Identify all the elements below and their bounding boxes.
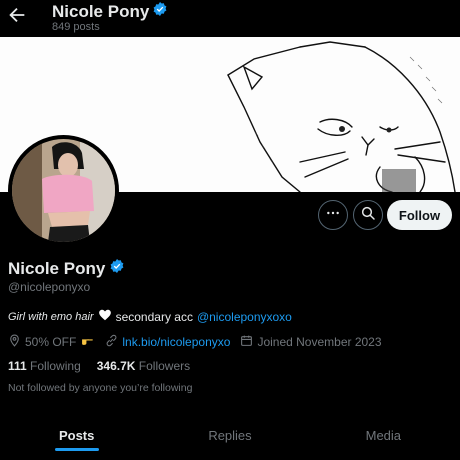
profile-avatar[interactable] <box>8 135 119 246</box>
location-text: 50% OFF <box>25 335 77 349</box>
followers-stat[interactable]: 346.7K Followers <box>97 359 190 373</box>
verified-badge-icon <box>109 258 125 279</box>
location-pin-icon <box>8 334 21 350</box>
joined-item: Joined November 2023 <box>240 334 382 350</box>
profile-tabs: Posts Replies Media <box>0 410 460 460</box>
white-heart-icon <box>98 308 112 325</box>
website-item: lnk.bio/nicoleponyxo <box>105 334 230 350</box>
top-bar: Nicole Pony 849 posts <box>0 0 460 37</box>
calendar-icon <box>240 334 253 350</box>
location-item: 50% OFF <box>8 334 95 350</box>
header-name: Nicole Pony <box>52 1 150 21</box>
link-icon <box>105 334 118 350</box>
bio-mention-link[interactable]: @nicoleponyxoxo <box>197 310 292 324</box>
following-count: 111 <box>8 359 27 373</box>
tab-posts-label: Posts <box>58 427 95 443</box>
post-count: 849 posts <box>52 21 100 33</box>
profile-name-text: Nicole Pony <box>8 258 106 278</box>
search-icon <box>360 205 376 226</box>
profile-name: Nicole Pony <box>8 258 125 279</box>
tab-replies-label: Replies <box>208 427 252 443</box>
active-tab-indicator <box>54 448 99 451</box>
followed-by-note: Not followed by anyone you’re following <box>8 382 193 394</box>
more-options-button[interactable] <box>318 200 348 230</box>
profile-bio: Girl with emo hair secondary acc @nicole… <box>8 308 292 325</box>
followers-count: 346.7K <box>96 359 136 373</box>
tab-media-label: Media <box>365 427 402 443</box>
ellipsis-icon <box>325 205 341 226</box>
following-stat[interactable]: 111 Following <box>8 359 81 373</box>
search-posts-button[interactable] <box>353 200 383 230</box>
verified-badge-icon <box>152 1 168 22</box>
profile-handle: @nicoleponyxo <box>8 280 91 294</box>
bio-italic-text: Girl with emo hair <box>8 310 94 323</box>
profile-meta: 50% OFF lnk.bio/nicoleponyxo Joined Nove… <box>8 334 392 350</box>
header-title: Nicole Pony <box>52 1 168 22</box>
avatar-photo <box>12 139 115 242</box>
back-arrow-icon[interactable] <box>6 4 28 26</box>
follow-stats: 111 Following 346.7K Followers <box>8 359 190 373</box>
joined-text: Joined November 2023 <box>257 335 382 349</box>
website-link[interactable]: lnk.bio/nicoleponyxo <box>122 335 230 349</box>
tab-posts[interactable]: Posts <box>0 410 153 460</box>
pointing-hand-icon <box>80 334 95 350</box>
followers-label: Followers <box>138 359 191 373</box>
bio-text: secondary acc <box>115 309 193 324</box>
follow-button[interactable]: Follow <box>387 200 452 230</box>
following-label: Following <box>30 359 81 373</box>
tab-replies[interactable]: Replies <box>153 410 306 460</box>
tab-media[interactable]: Media <box>307 410 460 460</box>
